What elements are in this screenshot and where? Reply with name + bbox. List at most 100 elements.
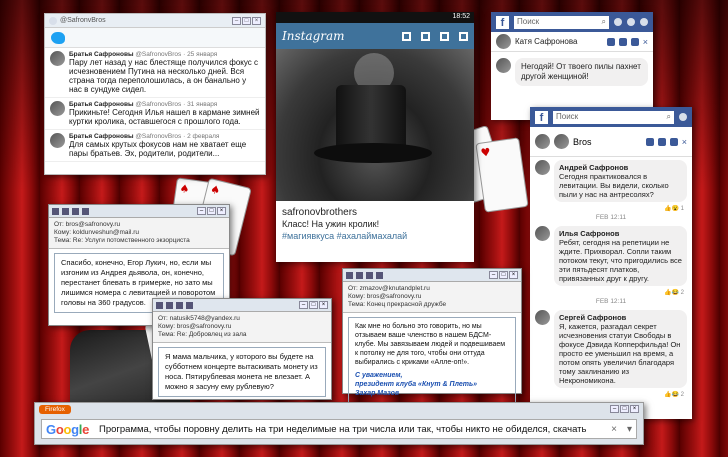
mail-from: От: natusik5748@yandex.ru <box>158 315 240 322</box>
mail-headers: От: bros@safronovy.ru Кому: koldunveshun… <box>49 218 229 249</box>
search-dropdown-icon[interactable]: ▾ <box>627 424 632 435</box>
tweet-author[interactable]: Братья Сафроновы <box>69 51 134 58</box>
call-icon[interactable] <box>618 37 627 46</box>
video-call-icon[interactable] <box>645 137 654 146</box>
search-icon[interactable]: ⌕ <box>602 17 606 28</box>
profile-icon[interactable] <box>459 31 468 41</box>
folder-icon[interactable] <box>156 301 163 309</box>
avatar[interactable] <box>535 160 550 175</box>
forward-icon[interactable] <box>376 271 383 279</box>
maximize-button[interactable]: □ <box>207 207 216 215</box>
avatar[interactable] <box>50 133 65 148</box>
reply-icon[interactable] <box>72 207 79 215</box>
maximize-button[interactable]: □ <box>499 271 508 279</box>
close-button[interactable]: × <box>252 16 261 25</box>
minimize-button[interactable]: – <box>610 405 619 413</box>
avatar[interactable] <box>535 226 550 241</box>
home-icon[interactable] <box>402 31 411 41</box>
notifications-icon[interactable] <box>640 18 648 26</box>
close-button[interactable]: × <box>319 301 328 309</box>
close-button[interactable]: × <box>217 207 226 215</box>
google-search-row: Google Программа, чтобы поровну делить н… <box>41 419 637 439</box>
search-input[interactable]: Поиск ⌕ <box>514 15 609 29</box>
mail-signature-line: С уважением, <box>355 372 403 379</box>
close-icon[interactable]: × <box>682 137 687 147</box>
save-icon[interactable] <box>356 271 363 279</box>
post-username[interactable]: safronovbrothers <box>276 201 474 218</box>
search-icon[interactable]: ⌕ <box>667 112 671 123</box>
maximize-button[interactable]: □ <box>620 405 629 413</box>
message-author[interactable]: Илья Сафронов <box>559 229 619 238</box>
gear-icon[interactable] <box>669 137 678 146</box>
reaction-count[interactable]: 👍😂 2 <box>530 289 692 296</box>
google-logo[interactable]: Google <box>46 422 89 437</box>
maximize-button[interactable]: □ <box>242 16 251 25</box>
chat-header[interactable]: Bros × <box>530 127 692 157</box>
avatar[interactable] <box>496 34 511 49</box>
avatar[interactable] <box>50 51 65 66</box>
save-icon[interactable] <box>62 207 69 215</box>
post-photo[interactable] <box>276 49 474 201</box>
mail-signature-line: президент клуба «Кнут & Плеть» <box>355 381 477 388</box>
maximize-button[interactable]: □ <box>309 301 318 309</box>
gear-icon[interactable] <box>630 37 639 46</box>
minimize-button[interactable]: – <box>197 207 206 215</box>
reaction-count-value: 1 <box>680 206 684 212</box>
message-author[interactable]: Сергей Сафронов <box>559 313 626 322</box>
activity-icon[interactable] <box>440 31 449 41</box>
tweet-author[interactable]: Братья Сафроновы <box>69 133 134 140</box>
chat-contact-name[interactable]: Катя Сафронова <box>515 37 577 46</box>
chat-title[interactable]: Bros <box>573 137 592 147</box>
twitter-bird-icon[interactable] <box>51 32 65 44</box>
friends-icon[interactable] <box>679 113 687 121</box>
status-bar-time: 18:52 <box>276 12 474 23</box>
minimize-button[interactable]: – <box>232 16 241 25</box>
reply-icon[interactable] <box>176 301 183 309</box>
close-icon[interactable]: × <box>643 37 648 47</box>
friends-icon[interactable] <box>614 18 622 26</box>
folder-icon[interactable] <box>346 271 353 279</box>
group-avatar[interactable] <box>554 134 569 149</box>
forward-icon[interactable] <box>82 207 89 215</box>
favicon-icon <box>49 16 57 25</box>
reaction-count[interactable]: 👍😮 1 <box>530 205 692 212</box>
avatar[interactable] <box>535 310 550 325</box>
minimize-button[interactable]: – <box>299 301 308 309</box>
tweet-author[interactable]: Братья Сафроновы <box>69 101 134 108</box>
reaction-count[interactable]: 👍😂 2 <box>530 391 692 398</box>
search-input[interactable]: Поиск ⌕ <box>553 110 674 124</box>
messenger-icon[interactable] <box>627 18 635 26</box>
group-avatar[interactable] <box>535 134 550 149</box>
tweet-text: Для самых крутых фокусов нам не хватает … <box>69 140 247 158</box>
mail-from: От: zmazov@knutandplet.ru <box>348 285 430 292</box>
mail-headers: От: zmazov@knutandplet.ru Кому: bros@saf… <box>343 282 521 313</box>
message-author[interactable]: Андрей Сафронов <box>559 163 628 172</box>
facebook-logo-icon[interactable]: f <box>535 110 548 124</box>
firefox-menu-button[interactable]: Firefox <box>39 404 71 414</box>
twitter-header <box>45 28 265 48</box>
chat-header[interactable]: Катя Сафронова × <box>491 32 653 52</box>
call-icon[interactable] <box>657 137 666 146</box>
avatar[interactable] <box>496 58 511 73</box>
tweet[interactable]: Братья Сафроновы @SafronovBros · 31 янва… <box>45 98 265 130</box>
save-icon[interactable] <box>166 301 173 309</box>
reply-icon[interactable] <box>366 271 373 279</box>
explore-icon[interactable] <box>421 31 430 41</box>
minimize-button[interactable]: – <box>489 271 498 279</box>
instagram-logo[interactable]: Instagram <box>282 29 392 43</box>
message-text: Сегодня практиковался в левитации. Вы ви… <box>559 172 669 199</box>
search-input[interactable]: Программа, чтобы поровну делить на три н… <box>99 424 601 435</box>
post-hashtags[interactable]: #магиявкуса #ахалаймахалай <box>276 230 474 242</box>
facebook-logo-icon[interactable]: f <box>496 15 509 29</box>
close-button[interactable]: × <box>630 405 639 413</box>
clear-search-icon[interactable]: × <box>611 424 617 435</box>
tweet[interactable]: Братья Сафроновы @SafronovBros · 2 февра… <box>45 130 265 162</box>
avatar[interactable] <box>50 101 65 116</box>
close-button[interactable]: × <box>509 271 518 279</box>
tweet[interactable]: Братья Сафроновы @SafronovBros · 25 янва… <box>45 48 265 98</box>
folder-icon[interactable] <box>52 207 59 215</box>
video-call-icon[interactable] <box>606 37 615 46</box>
message-date: FEB 12:11 <box>595 298 627 305</box>
hat-brim-graphic <box>314 143 432 163</box>
forward-icon[interactable] <box>186 301 193 309</box>
